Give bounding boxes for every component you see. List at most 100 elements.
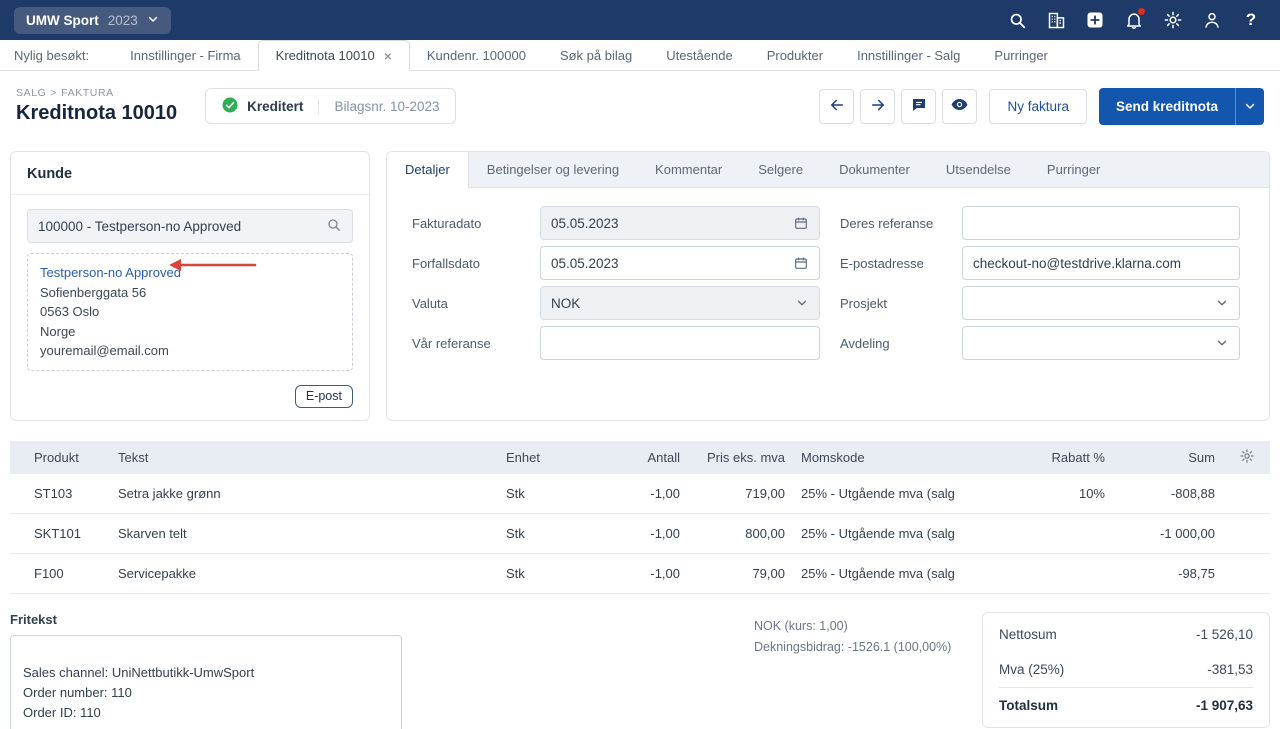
customer-search-value: 100000 - Testperson-no Approved: [38, 218, 242, 234]
previous-button[interactable]: [819, 88, 855, 124]
breadcrumb: SALG > FAKTURA: [16, 87, 177, 99]
recent-tab[interactable]: Kreditnota 10010 ×: [257, 40, 410, 71]
arrow-left-icon: [828, 96, 846, 117]
form-field: Valuta NOK: [412, 286, 828, 320]
invoice-lines-table: Produkt Tekst Enhet Antall Pris eks. mva Moms…: [10, 440, 1270, 594]
field-value: 05.05.2023: [551, 215, 619, 231]
column-header: Rabatt %: [993, 440, 1113, 474]
customer-search-input[interactable]: 100000 - Testperson-no Approved: [27, 209, 353, 243]
page-header: SALG > FAKTURA Kreditnota 10010 Kreditert …: [0, 71, 1280, 141]
details-tab[interactable]: Selgere: [740, 152, 821, 187]
details-fields-right: Deres referanse E-postadresse checkout-n…: [828, 206, 1269, 366]
field-input[interactable]: [962, 286, 1240, 320]
customer-address-box: Testperson-no Approved Sofienberggata 56…: [27, 253, 353, 371]
table-cell: Skarven telt: [110, 513, 498, 554]
address-line: 0563 Oslo: [40, 304, 100, 319]
chevron-down-icon: [795, 296, 809, 310]
recent-tabs-bar: Nylig besøkt: Innstillinger - Firma Kred…: [0, 40, 1280, 71]
totals-row: Totalsum -1 907,63: [999, 687, 1253, 723]
recent-tab[interactable]: Innstillinger - Firma: [113, 40, 258, 70]
notification-badge: [1137, 7, 1146, 16]
field-input[interactable]: [962, 206, 1240, 240]
header-actions: Ny faktura Send kreditnota: [819, 87, 1264, 125]
add-icon[interactable]: [1080, 5, 1110, 35]
recent-tabs-list: Innstillinger - Firma Kreditnota 10010 × …: [113, 40, 1065, 71]
eye-icon: [950, 95, 969, 117]
table-cell: Servicepakke: [110, 553, 498, 594]
table-row[interactable]: SKT101 Skarven telt Stk -1,00 800,00 25% - Ut…: [10, 513, 1270, 554]
field-value: 05.05.2023: [551, 255, 619, 271]
free-text-textarea[interactable]: Sales channel: UniNettbutikk-UmwSport Or…: [10, 635, 402, 729]
company-icon[interactable]: [1041, 5, 1071, 35]
table-row[interactable]: F100 Servicepakke Stk -1,00 79,00 25% - Utgåe…: [10, 553, 1270, 594]
table-cell: [1223, 473, 1270, 514]
customer-name-link[interactable]: Testperson-no Approved: [40, 265, 181, 280]
recent-tab[interactable]: Utestående: [649, 40, 750, 70]
column-header: Sum: [1113, 440, 1223, 474]
table-cell: Stk: [498, 513, 608, 554]
search-icon[interactable]: [1002, 5, 1032, 35]
field-input[interactable]: checkout-no@testdrive.klarna.com: [962, 246, 1240, 280]
contribution-margin: Dekningsbidrag: -1526.1 (100,00%): [754, 640, 952, 654]
top-navbar: UMW Sport 2023 ?: [0, 0, 1280, 40]
details-tab[interactable]: Purringer: [1029, 152, 1118, 187]
table-cell: F100: [10, 553, 110, 594]
company-selector[interactable]: UMW Sport 2023: [14, 6, 171, 34]
table-row[interactable]: ST103 Setra jakke grønn Stk -1,00 719,00 25% …: [10, 473, 1270, 514]
comment-icon: [910, 96, 928, 117]
details-tab[interactable]: Utsendelse: [928, 152, 1029, 187]
page-title: Kreditnota 10010: [16, 102, 178, 124]
table-cell: 79,00: [688, 553, 793, 594]
new-invoice-button[interactable]: Ny faktura: [989, 88, 1087, 124]
recent-tab[interactable]: Produkter: [750, 40, 840, 70]
chevron-down-icon: [1215, 336, 1229, 350]
field-label: Prosjekt: [840, 295, 887, 311]
field-label: Fakturadato: [412, 215, 482, 231]
breadcrumb-salg[interactable]: SALG: [16, 87, 46, 99]
comment-button[interactable]: [901, 88, 937, 124]
field-label: E-postadresse: [840, 255, 924, 271]
form-field: Avdeling: [840, 326, 1269, 360]
table-cell: [993, 513, 1113, 554]
email-button[interactable]: E-post: [294, 384, 353, 408]
table-cell: Setra jakke grønn: [110, 473, 498, 514]
totals-label: Mva (25%): [999, 662, 1065, 677]
details-tab[interactable]: Detaljer: [387, 152, 469, 188]
details-panel: Detaljer Betingelser og levering Komment…: [386, 151, 1270, 421]
notifications-icon[interactable]: [1119, 5, 1149, 35]
recent-tab[interactable]: Purringer: [977, 40, 1064, 70]
field-input[interactable]: [962, 326, 1240, 360]
table-cell: 800,00: [688, 513, 793, 554]
settings-icon[interactable]: [1158, 5, 1188, 35]
account-icon[interactable]: [1197, 5, 1227, 35]
details-tab[interactable]: Betingelser og levering: [469, 152, 637, 187]
currency-rate: NOK (kurs: 1,00): [754, 619, 848, 633]
close-icon[interactable]: ×: [384, 48, 392, 64]
form-field: Prosjekt: [840, 286, 1269, 320]
next-button[interactable]: [860, 88, 896, 124]
table-settings-icon[interactable]: [1223, 440, 1270, 474]
totals-card: Nettosum -1 526,10 Mva (25%) -381,53 Tot…: [982, 612, 1270, 728]
recent-tab[interactable]: Innstillinger - Salg: [840, 40, 977, 70]
company-name: UMW Sport: [26, 12, 99, 28]
send-creditnote-label: Send kreditnota: [1115, 98, 1218, 114]
details-tab[interactable]: Dokumenter: [821, 152, 928, 187]
recent-tab[interactable]: Søk på bilag: [543, 40, 649, 70]
company-year: 2023: [107, 12, 138, 28]
send-creditnote-button[interactable]: Send kreditnota: [1098, 87, 1264, 125]
send-options-toggle[interactable]: [1235, 87, 1264, 125]
recent-tab[interactable]: Kundenr. 100000: [410, 40, 543, 70]
preview-button[interactable]: [942, 88, 978, 124]
field-input[interactable]: 05.05.2023: [540, 246, 820, 280]
field-input[interactable]: [540, 326, 820, 360]
table-cell: 719,00: [688, 473, 793, 514]
form-field: Vår referanse: [412, 326, 828, 360]
details-tab[interactable]: Kommentar: [637, 152, 740, 187]
form-field: E-postadresse checkout-no@testdrive.klar…: [840, 246, 1269, 280]
calendar-icon: [793, 215, 809, 231]
form-field: Fakturadato 05.05.2023: [412, 206, 828, 240]
help-icon[interactable]: ?: [1236, 5, 1266, 35]
customer-panel-title: Kunde: [11, 152, 369, 195]
table-cell: -1,00: [608, 473, 688, 514]
breadcrumb-faktura[interactable]: FAKTURA: [61, 87, 114, 99]
